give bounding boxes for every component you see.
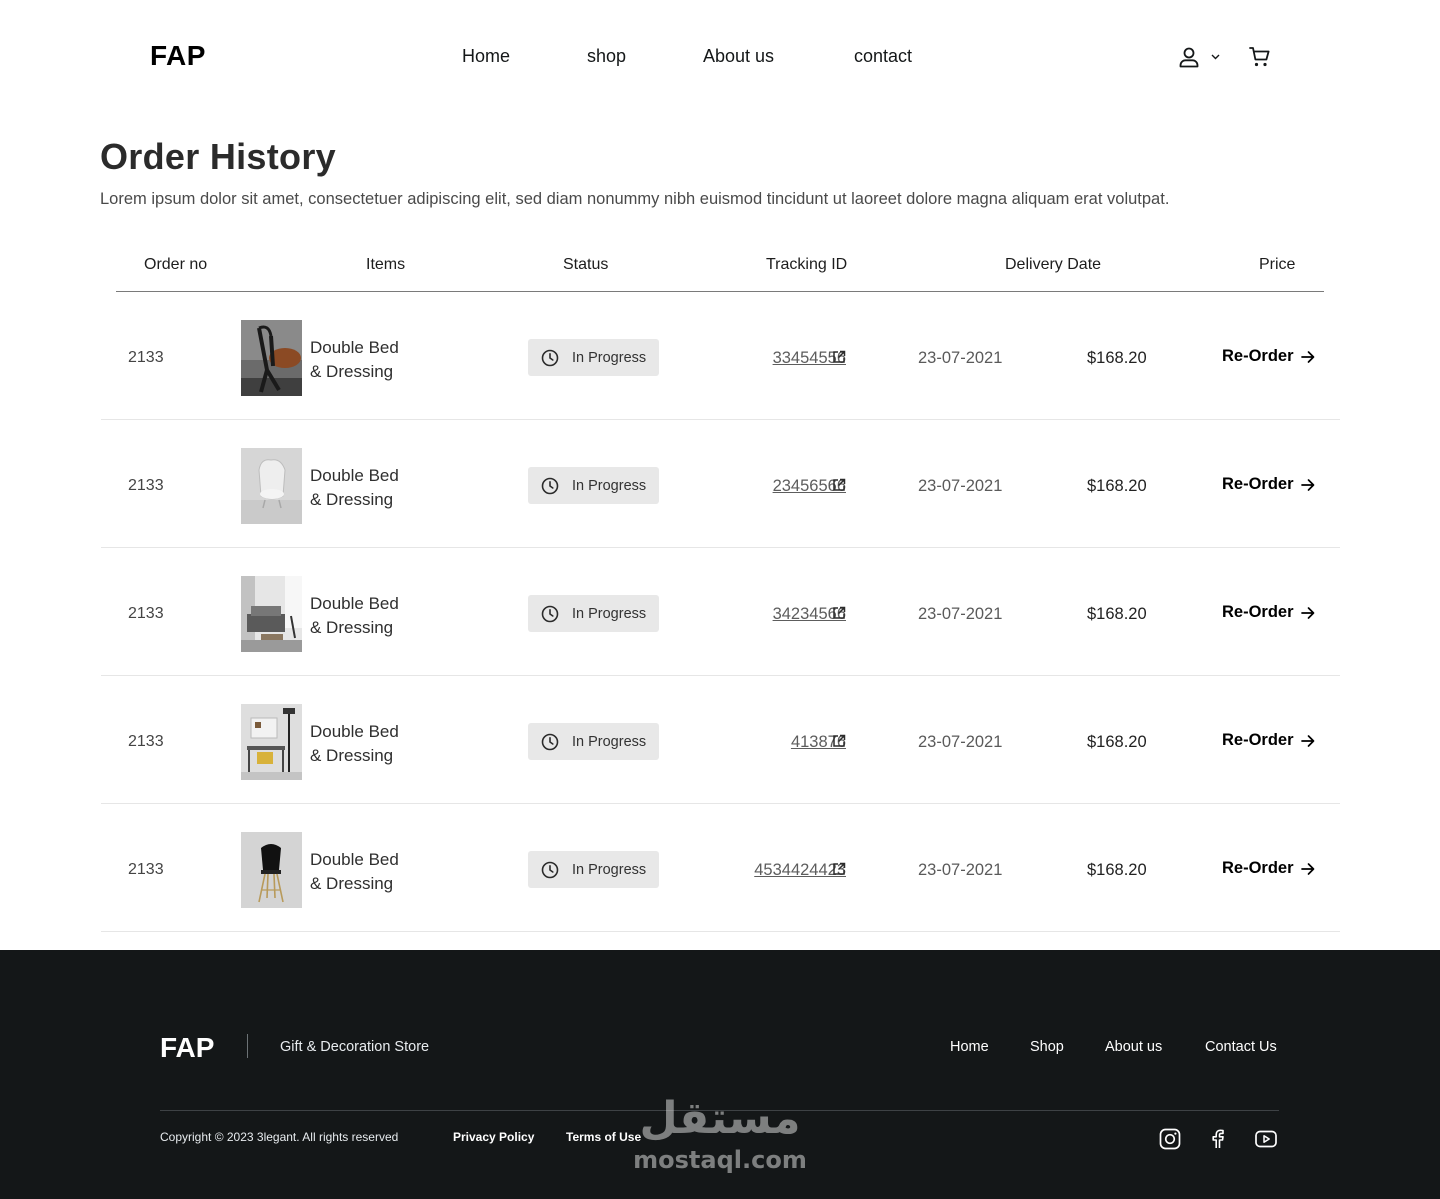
table-row: 2133 Double Bed & Dressing In Progress 4… — [101, 676, 1340, 804]
column-delivery-date: Delivery Date — [1005, 256, 1102, 273]
user-icon — [1179, 47, 1220, 68]
copyright-text: Copyright © 2023 3legant. All rights res… — [160, 1130, 399, 1144]
footer-nav-home[interactable]: Home — [950, 1039, 989, 1055]
site-header: FAP Home shop About us contact — [0, 0, 1440, 114]
column-price: Price — [1259, 256, 1296, 273]
footer-nav-shop[interactable]: Shop — [1030, 1039, 1064, 1055]
nav-about[interactable]: About us — [703, 46, 774, 67]
product-thumbnail[interactable] — [241, 320, 302, 396]
delivery-date: 23-07-2021 — [918, 861, 1003, 879]
clock-icon — [541, 605, 559, 623]
arrow-right-icon — [1300, 606, 1314, 619]
nav-home[interactable]: Home — [462, 46, 510, 67]
status-text: In Progress — [572, 478, 647, 494]
table-row: 2133 Double Bed & Dressing In Progress 4… — [101, 804, 1340, 932]
arrow-right-icon — [1300, 734, 1314, 747]
external-link-icon[interactable] — [832, 350, 846, 364]
clock-icon — [541, 861, 559, 879]
table-header: Order no Items Status Tracking ID Delive… — [116, 240, 1324, 292]
status-badge: In Progress — [528, 723, 659, 760]
status-text: In Progress — [572, 734, 647, 750]
status-text: In Progress — [572, 862, 647, 878]
delivery-date: 23-07-2021 — [918, 605, 1003, 623]
external-link-icon[interactable] — [832, 478, 846, 492]
product-thumbnail[interactable] — [241, 704, 302, 780]
cart-icon — [1249, 47, 1270, 67]
reorder-button[interactable]: Re-Order — [1222, 347, 1315, 366]
reorder-button[interactable]: Re-Order — [1222, 603, 1315, 622]
order-price: $168.20 — [1087, 477, 1147, 495]
status-badge: In Progress — [528, 467, 659, 504]
status-badge: In Progress — [528, 851, 659, 888]
item-name: Double Bed & Dressing — [310, 594, 399, 637]
status-text: In Progress — [572, 606, 647, 622]
order-number: 2133 — [128, 605, 164, 622]
table-row: 2133 Double Bed & Dressing In Progress 3… — [101, 548, 1340, 676]
column-tracking-id: Tracking ID — [766, 256, 848, 273]
item-name: Double Bed & Dressing — [310, 466, 399, 509]
delivery-date: 23-07-2021 — [918, 733, 1003, 751]
external-link-icon[interactable] — [832, 734, 846, 748]
account-menu-button[interactable] — [1176, 44, 1224, 70]
external-link-icon[interactable] — [832, 862, 846, 876]
order-price: $168.20 — [1087, 861, 1147, 879]
terms-of-use-link[interactable]: Terms of Use — [566, 1130, 641, 1144]
table-row: 2133 Double Bed & Dressing In Progress 3… — [101, 292, 1340, 420]
order-number: 2133 — [128, 477, 164, 494]
order-number: 2133 — [128, 733, 164, 750]
table-row: 2133 Double Bed & Dressing In Progress 2… — [101, 420, 1340, 548]
footer-logo[interactable]: FAP — [160, 1032, 214, 1064]
status-badge: In Progress — [528, 595, 659, 632]
chevron-down-icon — [1211, 54, 1220, 60]
order-price: $168.20 — [1087, 733, 1147, 751]
main-nav: Home shop About us contact — [0, 46, 1440, 70]
footer-nav-contact[interactable]: Contact Us — [1205, 1039, 1277, 1055]
page-title: Order History — [100, 136, 336, 177]
nav-shop[interactable]: shop — [587, 46, 626, 67]
product-thumbnail[interactable] — [241, 832, 302, 908]
arrow-right-icon — [1300, 478, 1314, 491]
column-order-no: Order no — [144, 256, 208, 273]
facebook-icon[interactable] — [1206, 1127, 1230, 1151]
column-items: Items — [366, 256, 406, 273]
product-thumbnail[interactable] — [241, 576, 302, 652]
footer-separator — [160, 1110, 1279, 1111]
status-text: In Progress — [572, 350, 647, 366]
reorder-button[interactable]: Re-Order — [1222, 731, 1315, 750]
footer-divider — [247, 1034, 248, 1058]
clock-icon — [541, 349, 559, 367]
footer-tagline: Gift & Decoration Store — [280, 1039, 430, 1055]
order-table-body: 2133 Double Bed & Dressing In Progress 3… — [101, 292, 1340, 932]
footer-nav-about[interactable]: About us — [1105, 1039, 1162, 1055]
product-thumbnail[interactable] — [241, 448, 302, 524]
clock-icon — [541, 477, 559, 495]
order-number: 2133 — [128, 861, 164, 878]
page-intro: Lorem ipsum dolor sit amet, consectetuer… — [100, 190, 1170, 208]
item-name: Double Bed & Dressing — [310, 338, 399, 381]
privacy-policy-link[interactable]: Privacy Policy — [453, 1130, 534, 1144]
order-price: $168.20 — [1087, 349, 1147, 367]
clock-icon — [541, 733, 559, 751]
nav-contact[interactable]: contact — [854, 46, 912, 67]
order-number: 2133 — [128, 349, 164, 366]
instagram-icon[interactable] — [1158, 1127, 1182, 1151]
delivery-date: 23-07-2021 — [918, 477, 1003, 495]
youtube-icon[interactable] — [1254, 1127, 1278, 1151]
site-footer: FAP Gift & Decoration Store Home Shop Ab… — [0, 950, 1440, 1199]
order-price: $168.20 — [1087, 605, 1147, 623]
item-name: Double Bed & Dressing — [310, 722, 399, 765]
item-name: Double Bed & Dressing — [310, 850, 399, 893]
reorder-button[interactable]: Re-Order — [1222, 475, 1315, 494]
arrow-right-icon — [1300, 862, 1314, 875]
status-badge: In Progress — [528, 339, 659, 376]
reorder-button[interactable]: Re-Order — [1222, 859, 1315, 878]
external-link-icon[interactable] — [832, 606, 846, 620]
delivery-date: 23-07-2021 — [918, 349, 1003, 367]
column-status: Status — [563, 256, 609, 273]
cart-button[interactable] — [1247, 44, 1273, 70]
arrow-right-icon — [1300, 350, 1314, 363]
